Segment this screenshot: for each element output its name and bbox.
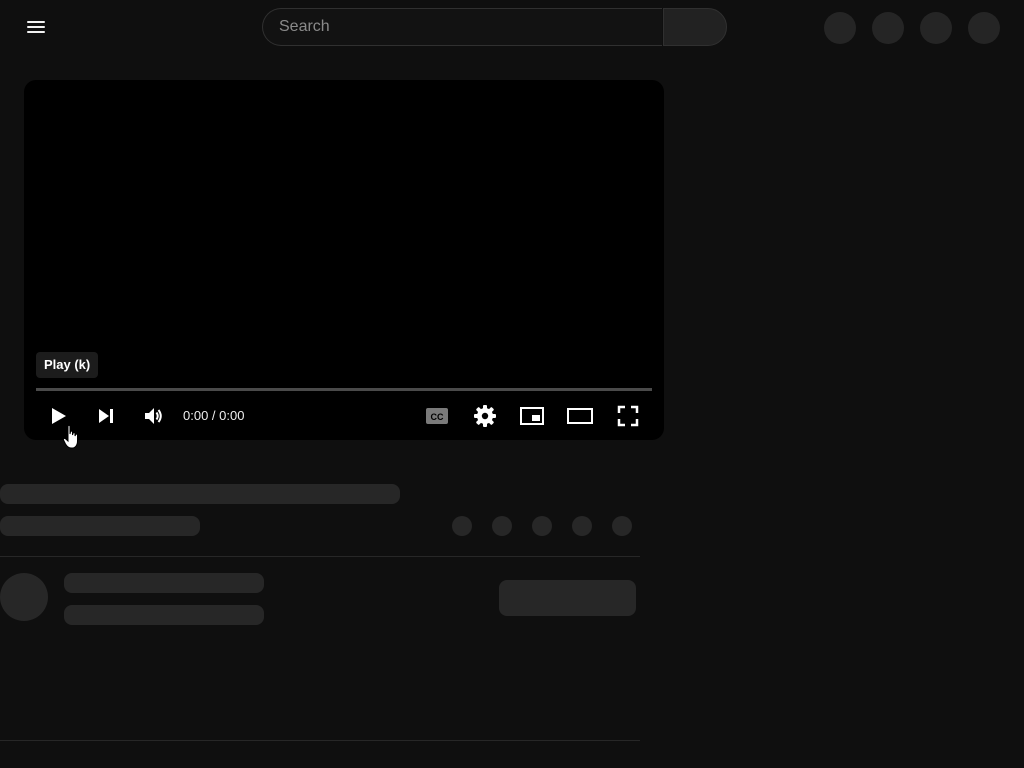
video-player[interactable]: Play (k) 0:00 / 0:00 CC [24,80,664,440]
gear-icon [474,405,496,427]
hand-cursor-icon [62,424,78,449]
search-button[interactable] [663,8,727,46]
time-total: 0:00 [219,408,245,423]
time-display: 0:00 / 0:00 [183,402,244,430]
svg-text:CC: CC [431,412,444,422]
progress-bar[interactable] [36,388,652,391]
subtitle-placeholder [0,516,200,536]
action-placeholder-4 [572,516,592,536]
action-placeholder-2 [492,516,512,536]
fullscreen-icon [617,405,639,427]
miniplayer-button[interactable] [517,402,547,430]
search-box [262,8,662,46]
header-action-1[interactable] [824,12,856,44]
channel-name-placeholder [64,573,264,593]
header-action-2[interactable] [872,12,904,44]
settings-button[interactable] [470,402,500,430]
title-placeholder [0,484,400,504]
theater-mode-button[interactable] [564,402,596,430]
play-icon [52,408,66,424]
fullscreen-button[interactable] [614,402,642,430]
header-action-3[interactable] [920,12,952,44]
theater-mode-icon [567,408,593,424]
next-button[interactable] [92,402,120,430]
play-tooltip: Play (k) [36,352,99,378]
divider-top [0,556,640,557]
avatar[interactable] [968,12,1000,44]
channel-avatar-placeholder [0,573,48,621]
divider-bottom [0,740,640,741]
miniplayer-icon [520,407,544,425]
search-input[interactable] [263,9,662,45]
channel-subs-placeholder [64,605,264,625]
menu-icon[interactable] [20,12,52,42]
action-placeholder-5 [612,516,632,536]
volume-button[interactable] [138,402,168,430]
subscribe-placeholder [499,580,636,616]
skip-next-icon [99,409,113,423]
captions-button[interactable]: CC [422,402,452,430]
action-placeholder-3 [532,516,552,536]
volume-icon [145,408,162,424]
captions-icon: CC [426,408,448,424]
action-placeholder-1 [452,516,472,536]
time-separator: / [208,408,220,423]
time-current: 0:00 [183,408,209,423]
